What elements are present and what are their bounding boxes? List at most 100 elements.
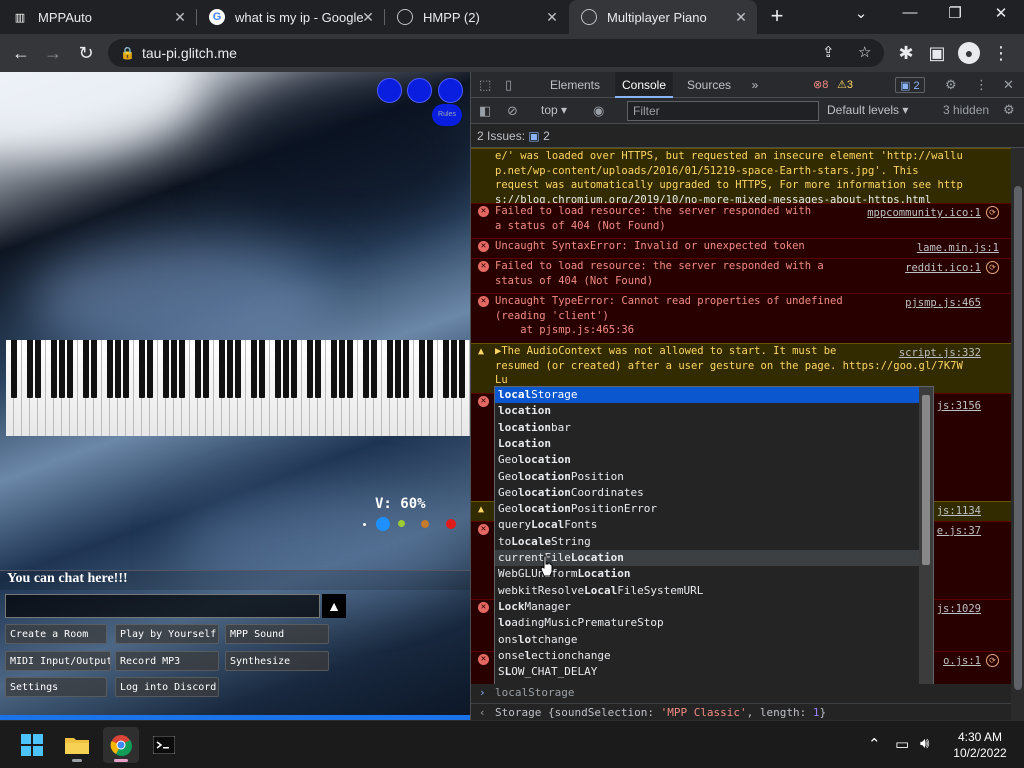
tab-mppauto[interactable]: ▥ MPPAuto ✕ xyxy=(0,0,196,34)
tab-elements[interactable]: Elements xyxy=(535,72,615,98)
piano-keyboard[interactable] xyxy=(6,340,470,436)
round-button[interactable] xyxy=(377,78,402,103)
eye-icon[interactable]: ◉ xyxy=(593,103,604,119)
source-link[interactable]: pjsmp.js:465 xyxy=(905,296,981,311)
black-key[interactable] xyxy=(11,340,17,398)
more-tabs-chevron[interactable]: » xyxy=(743,72,767,98)
black-key[interactable] xyxy=(427,340,433,398)
autocomplete-item[interactable]: webkitResolveLocalFileSystemURL xyxy=(495,583,919,599)
taskbar-clock[interactable]: 4:30 AM 10/2/2022 xyxy=(944,729,1016,761)
black-key[interactable] xyxy=(83,340,89,398)
error-badge[interactable]: ⊗8 xyxy=(809,77,832,93)
black-key[interactable] xyxy=(115,340,121,398)
restore-button[interactable]: ❐ xyxy=(940,4,970,26)
black-key[interactable] xyxy=(163,340,169,398)
black-key[interactable] xyxy=(403,340,409,398)
tab-search-icon[interactable]: ⌄ xyxy=(846,4,876,26)
clear-console-icon[interactable]: ⊘ xyxy=(507,103,518,119)
black-key[interactable] xyxy=(459,340,465,398)
midi-io-button[interactable]: MIDI Input/Output xyxy=(5,651,111,671)
reload-icon[interactable]: ↻ xyxy=(75,42,97,64)
play-by-yourself-button[interactable]: Play by Yourself xyxy=(115,624,219,644)
issues-bar[interactable]: 2 Issues: ▣ 2 xyxy=(471,124,1024,148)
black-key[interactable] xyxy=(235,340,241,398)
black-key[interactable] xyxy=(51,340,57,398)
settings-button[interactable]: Settings xyxy=(5,677,107,697)
chat-send-button[interactable]: ▲ xyxy=(322,594,346,618)
forward-arrow-icon[interactable]: → xyxy=(42,42,64,64)
black-key[interactable] xyxy=(91,340,97,398)
black-key[interactable] xyxy=(195,340,201,398)
chrome-taskbar-button[interactable] xyxy=(103,727,139,763)
black-key[interactable] xyxy=(315,340,321,398)
show-hidden-icons-chevron[interactable]: ⌃ xyxy=(868,735,881,753)
autocomplete-scrollbar[interactable] xyxy=(919,387,933,687)
autocomplete-item[interactable]: onselectionchange xyxy=(495,648,919,664)
chat-input[interactable] xyxy=(5,594,320,618)
autocomplete-item[interactable]: SLOW_CHAT_DELAY xyxy=(495,664,919,680)
black-key[interactable] xyxy=(107,340,113,398)
network-icon[interactable]: ▭ xyxy=(895,735,909,753)
black-key[interactable] xyxy=(291,340,297,398)
tab-google[interactable]: G what is my ip - Google ✕ xyxy=(197,0,384,34)
source-link[interactable]: o.js:1 xyxy=(943,654,981,669)
record-mp3-button[interactable]: Record MP3 xyxy=(115,651,219,671)
new-tab-button[interactable]: + xyxy=(766,4,788,30)
black-key[interactable] xyxy=(67,340,73,398)
black-key[interactable] xyxy=(123,340,129,398)
discord-login-button[interactable]: Log into Discord xyxy=(115,677,219,697)
scrollbar-thumb[interactable] xyxy=(922,395,930,565)
source-link[interactable]: js:1134 xyxy=(937,504,981,519)
autocomplete-item[interactable]: Geolocation xyxy=(495,452,919,468)
source-link[interactable]: js:3156 xyxy=(937,399,981,414)
black-key[interactable] xyxy=(179,340,185,398)
network-icon[interactable]: ⟳ xyxy=(986,261,999,274)
scrollbar-thumb[interactable] xyxy=(1014,186,1022,690)
source-link[interactable]: reddit.ico:1 xyxy=(905,261,981,276)
close-icon[interactable]: ✕ xyxy=(1003,77,1014,93)
round-button[interactable] xyxy=(438,78,463,103)
black-key[interactable] xyxy=(27,340,33,398)
black-key[interactable] xyxy=(307,340,313,398)
autocomplete-item[interactable]: queryLocalFonts xyxy=(495,517,919,533)
autocomplete-item[interactable]: GeolocationPositionError xyxy=(495,501,919,517)
autocomplete-item[interactable]: LockManager xyxy=(495,599,919,615)
round-button[interactable] xyxy=(407,78,432,103)
stack-trace-line[interactable]: at pjsmp.js:465:36 xyxy=(495,323,1005,338)
tab-console[interactable]: Console xyxy=(615,72,673,98)
autocomplete-item[interactable]: locationbar xyxy=(495,420,919,436)
black-key[interactable] xyxy=(203,340,209,398)
autocomplete-item[interactable]: localStorage xyxy=(495,387,919,404)
autocomplete-item[interactable]: loadingMusicPrematureStop xyxy=(495,615,919,631)
black-key[interactable] xyxy=(331,340,337,398)
black-key[interactable] xyxy=(147,340,153,398)
close-window-button[interactable]: ✕ xyxy=(986,4,1016,26)
black-key[interactable] xyxy=(363,340,369,398)
autocomplete-item[interactable]: Location xyxy=(495,436,919,452)
levels-dropdown[interactable]: Default levels ▾ xyxy=(827,103,908,117)
black-key[interactable] xyxy=(283,340,289,398)
volume-icon[interactable]: 🔊︎ xyxy=(920,735,929,752)
autocomplete-dropdown[interactable]: localStorage location locationbar Location G… xyxy=(494,386,934,688)
context-select[interactable]: top ▾ xyxy=(541,103,567,117)
black-key[interactable] xyxy=(275,340,281,398)
tab-multiplayer-piano[interactable]: Multiplayer Piano ✕ xyxy=(569,0,757,34)
black-key[interactable] xyxy=(227,340,233,398)
black-key[interactable] xyxy=(219,340,225,398)
black-key[interactable] xyxy=(419,340,425,398)
autocomplete-item[interactable]: location xyxy=(495,403,919,419)
profile-avatar-icon[interactable]: ● xyxy=(958,42,980,64)
tab-hmpp[interactable]: HMPP (2) ✕ xyxy=(385,0,568,34)
black-key[interactable] xyxy=(171,340,177,398)
network-icon[interactable]: ⟳ xyxy=(986,654,999,667)
console-scrollbar[interactable] xyxy=(1011,148,1024,720)
address-bar[interactable]: 🔒 tau-pi.glitch.me ⇪ ☆ xyxy=(108,39,884,67)
file-explorer-button[interactable] xyxy=(59,727,95,763)
bookmark-star-icon[interactable]: ☆ xyxy=(858,39,871,67)
source-link[interactable]: js:1029 xyxy=(937,602,981,617)
autocomplete-item[interactable]: GeolocationCoordinates xyxy=(495,485,919,501)
console-settings-gear-icon[interactable]: ⚙ xyxy=(1003,102,1015,118)
autocomplete-item[interactable]: onslotchange xyxy=(495,632,919,648)
device-toolbar-icon[interactable]: ▯ xyxy=(505,77,512,93)
black-key[interactable] xyxy=(443,340,449,398)
